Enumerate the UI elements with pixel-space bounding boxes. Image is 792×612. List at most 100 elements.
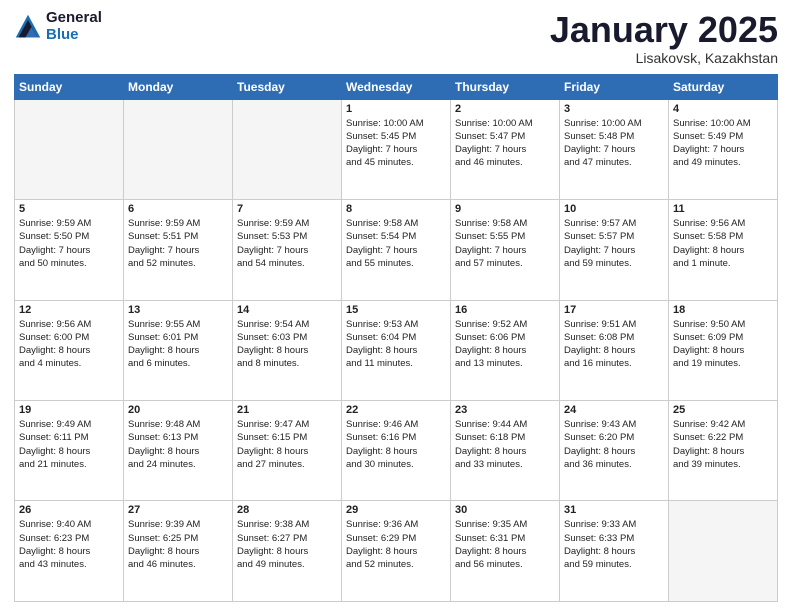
day-number: 15: [346, 304, 446, 316]
page: General Blue January 2025 Lisakovsk, Kaz…: [0, 0, 792, 612]
day-number: 31: [564, 504, 664, 516]
logo: General Blue: [14, 10, 102, 43]
day-info: Sunrise: 9:44 AM Sunset: 6:18 PM Dayligh…: [455, 418, 555, 471]
weekday-header-saturday: Saturday: [669, 74, 778, 99]
calendar-cell: 3Sunrise: 10:00 AM Sunset: 5:48 PM Dayli…: [560, 99, 669, 199]
day-number: 22: [346, 404, 446, 416]
day-number: 7: [237, 203, 337, 215]
calendar-cell: [15, 99, 124, 199]
calendar-cell: 4 Sunrise: 10:00 AM Sunset: 5:49 PM Dayli…: [669, 99, 778, 199]
day-info: Sunrise: 9:57 AM Sunset: 5:57 PM Dayligh…: [564, 217, 664, 270]
calendar-cell: 11 Sunrise: 9:56 AM Sunset: 5:58 PM Dayli…: [669, 200, 778, 300]
day-info: Sunrise: 9:56 AM Sunset: 5:58 PM Dayligh…: [673, 217, 773, 270]
day-number: 5: [19, 203, 119, 215]
day-info: Sunrise: 9:59 AM Sunset: 5:53 PM Dayligh…: [237, 217, 337, 270]
calendar-cell: 18Sunrise: 9:50 AM Sunset: 6:09 PM Dayli…: [669, 300, 778, 400]
logo-text: General Blue: [46, 10, 102, 43]
weekday-header-monday: Monday: [124, 74, 233, 99]
day-info: Sunrise: 9:55 AM Sunset: 6:01 PM Dayligh…: [128, 318, 228, 371]
calendar-cell: 22 Sunrise: 9:46 AM Sunset: 6:16 PM Dayli…: [342, 401, 451, 501]
day-info: Sunrise: 9:58 AM Sunset: 5:54 PM Dayligh…: [346, 217, 446, 270]
day-number: 28: [237, 504, 337, 516]
calendar-cell: 5 Sunrise: 9:59 AM Sunset: 5:50 PM Daylig…: [15, 200, 124, 300]
day-number: 29: [346, 504, 446, 516]
weekday-header-friday: Friday: [560, 74, 669, 99]
calendar-week-4: 19 Sunrise: 9:49 AM Sunset: 6:11 PM Dayli…: [15, 401, 778, 501]
day-info: Sunrise: 9:48 AM Sunset: 6:13 PM Dayligh…: [128, 418, 228, 471]
calendar-cell: 1Sunrise: 10:00 AM Sunset: 5:45 PM Dayli…: [342, 99, 451, 199]
day-number: 4: [673, 103, 773, 115]
calendar-cell: [124, 99, 233, 199]
day-number: 14: [237, 304, 337, 316]
day-number: 11: [673, 203, 773, 215]
day-info: Sunrise: 9:49 AM Sunset: 6:11 PM Dayligh…: [19, 418, 119, 471]
day-info: Sunrise: 10:00 AM Sunset: 5:48 PM Daylig…: [564, 117, 664, 170]
day-number: 10: [564, 203, 664, 215]
calendar-header-row: SundayMondayTuesdayWednesdayThursdayFrid…: [15, 74, 778, 99]
day-number: 23: [455, 404, 555, 416]
calendar-cell: 7 Sunrise: 9:59 AM Sunset: 5:53 PM Daylig…: [233, 200, 342, 300]
logo-blue-text: Blue: [46, 27, 102, 44]
day-number: 8: [346, 203, 446, 215]
day-number: 1: [346, 103, 446, 115]
day-info: Sunrise: 9:58 AM Sunset: 5:55 PM Dayligh…: [455, 217, 555, 270]
logo-icon: [14, 13, 42, 41]
day-number: 21: [237, 404, 337, 416]
day-number: 30: [455, 504, 555, 516]
calendar-cell: 23 Sunrise: 9:44 AM Sunset: 6:18 PM Dayli…: [451, 401, 560, 501]
logo-general-text: General: [46, 10, 102, 27]
day-info: Sunrise: 9:46 AM Sunset: 6:16 PM Dayligh…: [346, 418, 446, 471]
calendar-cell: 17Sunrise: 9:51 AM Sunset: 6:08 PM Dayli…: [560, 300, 669, 400]
day-info: Sunrise: 9:43 AM Sunset: 6:20 PM Dayligh…: [564, 418, 664, 471]
day-info: Sunrise: 9:50 AM Sunset: 6:09 PM Dayligh…: [673, 318, 773, 371]
day-number: 16: [455, 304, 555, 316]
day-number: 17: [564, 304, 664, 316]
calendar-cell: 31 Sunrise: 9:33 AM Sunset: 6:33 PM Dayli…: [560, 501, 669, 602]
weekday-header-wednesday: Wednesday: [342, 74, 451, 99]
calendar-cell: 15 Sunrise: 9:53 AM Sunset: 6:04 PM Dayli…: [342, 300, 451, 400]
day-info: Sunrise: 9:53 AM Sunset: 6:04 PM Dayligh…: [346, 318, 446, 371]
day-info: Sunrise: 9:40 AM Sunset: 6:23 PM Dayligh…: [19, 518, 119, 571]
calendar-cell: 16 Sunrise: 9:52 AM Sunset: 6:06 PM Dayli…: [451, 300, 560, 400]
day-info: Sunrise: 9:59 AM Sunset: 5:50 PM Dayligh…: [19, 217, 119, 270]
day-info: Sunrise: 9:42 AM Sunset: 6:22 PM Dayligh…: [673, 418, 773, 471]
calendar-week-2: 5 Sunrise: 9:59 AM Sunset: 5:50 PM Daylig…: [15, 200, 778, 300]
weekday-header-tuesday: Tuesday: [233, 74, 342, 99]
weekday-header-thursday: Thursday: [451, 74, 560, 99]
day-number: 25: [673, 404, 773, 416]
calendar-cell: 12 Sunrise: 9:56 AM Sunset: 6:00 PM Dayli…: [15, 300, 124, 400]
header: General Blue January 2025 Lisakovsk, Kaz…: [14, 10, 778, 66]
location-subtitle: Lisakovsk, Kazakhstan: [550, 50, 778, 66]
calendar-cell: [669, 501, 778, 602]
day-number: 12: [19, 304, 119, 316]
day-info: Sunrise: 10:00 AM Sunset: 5:49 PM Daylig…: [673, 117, 773, 170]
day-info: Sunrise: 9:38 AM Sunset: 6:27 PM Dayligh…: [237, 518, 337, 571]
day-number: 9: [455, 203, 555, 215]
day-info: Sunrise: 9:54 AM Sunset: 6:03 PM Dayligh…: [237, 318, 337, 371]
day-info: Sunrise: 9:33 AM Sunset: 6:33 PM Dayligh…: [564, 518, 664, 571]
day-info: Sunrise: 9:59 AM Sunset: 5:51 PM Dayligh…: [128, 217, 228, 270]
title-block: January 2025 Lisakovsk, Kazakhstan: [550, 10, 778, 66]
calendar-cell: 28 Sunrise: 9:38 AM Sunset: 6:27 PM Dayli…: [233, 501, 342, 602]
calendar-cell: 26Sunrise: 9:40 AM Sunset: 6:23 PM Dayli…: [15, 501, 124, 602]
day-number: 19: [19, 404, 119, 416]
calendar-table: SundayMondayTuesdayWednesdayThursdayFrid…: [14, 74, 778, 602]
calendar-cell: 9 Sunrise: 9:58 AM Sunset: 5:55 PM Daylig…: [451, 200, 560, 300]
calendar-cell: 10 Sunrise: 9:57 AM Sunset: 5:57 PM Dayli…: [560, 200, 669, 300]
calendar-cell: 8 Sunrise: 9:58 AM Sunset: 5:54 PM Daylig…: [342, 200, 451, 300]
day-info: Sunrise: 9:52 AM Sunset: 6:06 PM Dayligh…: [455, 318, 555, 371]
calendar-cell: 19 Sunrise: 9:49 AM Sunset: 6:11 PM Dayli…: [15, 401, 124, 501]
calendar-cell: 25 Sunrise: 9:42 AM Sunset: 6:22 PM Dayli…: [669, 401, 778, 501]
day-number: 6: [128, 203, 228, 215]
day-number: 20: [128, 404, 228, 416]
calendar-cell: 24Sunrise: 9:43 AM Sunset: 6:20 PM Dayli…: [560, 401, 669, 501]
calendar-cell: 14 Sunrise: 9:54 AM Sunset: 6:03 PM Dayli…: [233, 300, 342, 400]
calendar-cell: 30Sunrise: 9:35 AM Sunset: 6:31 PM Dayli…: [451, 501, 560, 602]
weekday-header-sunday: Sunday: [15, 74, 124, 99]
day-info: Sunrise: 9:56 AM Sunset: 6:00 PM Dayligh…: [19, 318, 119, 371]
day-number: 2: [455, 103, 555, 115]
calendar-cell: 27Sunrise: 9:39 AM Sunset: 6:25 PM Dayli…: [124, 501, 233, 602]
day-number: 13: [128, 304, 228, 316]
calendar-cell: 13 Sunrise: 9:55 AM Sunset: 6:01 PM Dayli…: [124, 300, 233, 400]
calendar-cell: 20 Sunrise: 9:48 AM Sunset: 6:13 PM Dayli…: [124, 401, 233, 501]
